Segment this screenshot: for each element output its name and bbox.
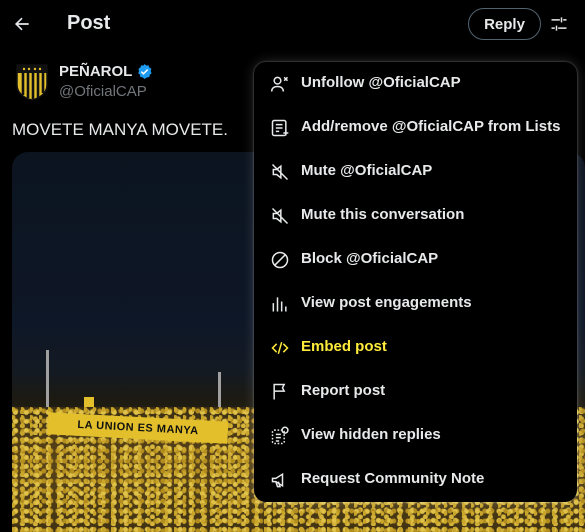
top-bar: Post Reply (0, 0, 585, 48)
page-title: Post (67, 12, 111, 34)
author-handle[interactable]: @OficialCAP (59, 83, 147, 100)
menu-item-label: Mute @OficialCAP (301, 162, 433, 179)
filter-button[interactable] (546, 10, 572, 38)
menu-item-label: Add/remove @OficialCAP from Lists (301, 118, 561, 135)
back-button[interactable] (8, 8, 36, 40)
mute-conversation-icon (270, 206, 290, 226)
author-name-text: PEÑAROL (59, 63, 133, 80)
menu-item-mute-conversation[interactable]: Mute this conversation (254, 194, 577, 238)
engagements-icon (270, 294, 290, 314)
sliders-icon (549, 14, 569, 34)
arrow-left-icon (12, 14, 32, 34)
menu-item-report[interactable]: Report post (254, 370, 577, 414)
menu-item-label: View post engagements (301, 294, 472, 311)
menu-item-label: Report post (301, 382, 386, 399)
menu-item-community-note[interactable]: Request Community Note (254, 458, 577, 502)
menu-item-label: Mute this conversation (301, 206, 465, 223)
post-options-menu: Unfollow @OficialCAP Add/remove @Oficial… (254, 62, 577, 502)
mute-icon (270, 162, 290, 182)
megaphone-icon (270, 470, 290, 490)
menu-item-block[interactable]: Block @OficialCAP (254, 238, 577, 282)
reply-button[interactable]: Reply (468, 8, 541, 40)
hidden-replies-icon (270, 426, 290, 446)
menu-item-mute-user[interactable]: Mute @OficialCAP (254, 150, 577, 194)
menu-item-label: Unfollow @OficialCAP (301, 74, 461, 91)
menu-item-lists[interactable]: Add/remove @OficialCAP from Lists (254, 106, 577, 150)
avatar[interactable] (12, 62, 52, 102)
menu-item-label: Block @OficialCAP (301, 250, 439, 267)
post-text: MOVETE MANYA MOVETE. (12, 120, 228, 139)
menu-item-hidden-replies[interactable]: View hidden replies (254, 414, 577, 458)
menu-item-engagements[interactable]: View post engagements (254, 282, 577, 326)
block-icon (270, 250, 290, 270)
embed-icon (270, 338, 290, 358)
verified-badge-icon (136, 63, 153, 80)
flag-icon (270, 382, 290, 402)
list-add-icon (270, 118, 290, 138)
author-name[interactable]: PEÑAROL (59, 63, 153, 80)
menu-item-label: Request Community Note (301, 470, 485, 487)
menu-item-label: View hidden replies (301, 426, 441, 443)
menu-item-unfollow[interactable]: Unfollow @OficialCAP (254, 62, 577, 106)
menu-item-embed[interactable]: Embed post (254, 326, 577, 370)
unfollow-icon (270, 74, 290, 94)
menu-item-label: Embed post (301, 338, 387, 355)
